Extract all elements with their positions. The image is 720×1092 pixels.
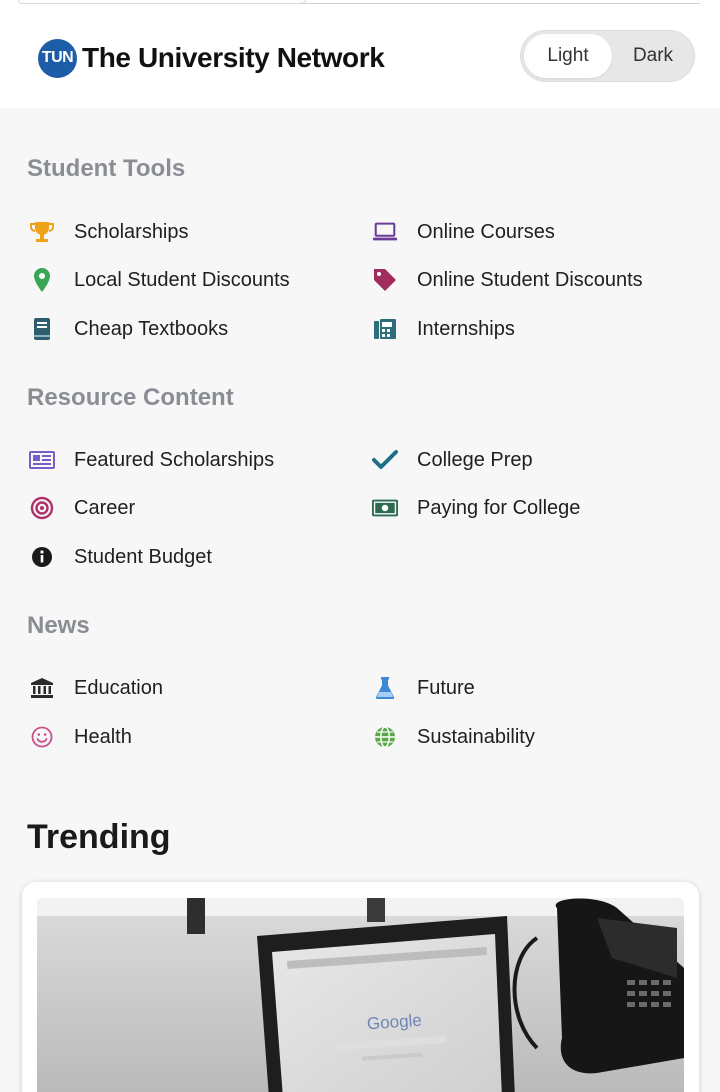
menu-item-online-courses[interactable]: Online Courses [372,215,555,249]
menu-item-paying-for-college[interactable]: Paying for College [372,491,580,525]
menu-item-scholarships[interactable]: Scholarships [29,215,189,249]
logo-badge: TUN [38,38,77,78]
smile-icon [29,724,55,750]
menu-item-label: Internships [417,317,515,340]
newspaper-icon [29,447,55,473]
menu-item-label: Sustainability [417,725,535,748]
menu-item-sustainability[interactable]: Sustainability [372,720,535,754]
site-header: TUN The University Network Light Dark [0,0,720,108]
theme-light-option[interactable]: Light [524,34,612,78]
menu-item-health[interactable]: Health [29,720,132,754]
menu-item-label: Student Budget [74,545,212,568]
menu-item-online-student-discounts[interactable]: Online Student Discounts [372,263,643,297]
menu-item-internships[interactable]: Internships [372,312,515,346]
trophy-icon [29,219,55,245]
book-icon [29,316,55,342]
menu-item-label: Cheap Textbooks [74,317,229,340]
menu-item-label: Future [417,676,475,699]
theme-toggle[interactable]: Light Dark [520,30,695,82]
target-icon [29,495,55,521]
menu-item-student-budget[interactable]: Student Budget [29,540,212,574]
google-logo-text: Google [366,1011,422,1034]
menu-item-featured-scholarships[interactable]: Featured Scholarships [29,443,274,477]
map-pin-icon [29,267,55,293]
browser-tab-edge [18,0,306,4]
menu-item-label: Online Student Discounts [417,268,643,291]
checkmark-icon [372,447,398,473]
university-icon [29,675,55,701]
tag-icon [372,267,398,293]
menu-item-label: Featured Scholarships [74,448,275,471]
trending-card[interactable]: Google [22,882,699,1092]
browser-address-edge [300,0,700,4]
menu-item-label: Paying for College [417,496,581,519]
menu-item-label: Education [74,676,163,699]
menu-item-education[interactable]: Education [29,671,163,705]
menu-item-local-student-discounts[interactable]: Local Student Discounts [29,263,290,297]
info-circle-icon [29,544,55,570]
trending-card-image[interactable]: Google [37,898,684,1092]
flask-icon [372,675,398,701]
menu-item-label: Local Student Discounts [74,268,290,291]
menu-item-label: Scholarships [74,220,189,243]
trending-title: Trending [27,818,171,856]
section-title-resource-content: Resource Content [27,384,234,411]
money-bill-icon [372,495,398,521]
menu-item-career[interactable]: Career [29,491,135,525]
menu-item-college-prep[interactable]: College Prep [372,443,533,477]
theme-dark-option[interactable]: Dark [612,34,694,78]
menu-item-label: Career [74,496,136,519]
logo-text: The University Network [82,42,385,73]
fax-icon [372,316,398,342]
menu-item-cheap-textbooks[interactable]: Cheap Textbooks [29,312,228,346]
menu-item-label: College Prep [417,448,533,471]
laptop-icon [372,219,398,245]
menu-item-label: Health [74,725,132,748]
site-logo[interactable]: TUN The University Network [38,38,385,78]
section-title-student-tools: Student Tools [27,155,186,182]
globe-icon [372,724,398,750]
menu-item-future[interactable]: Future [372,671,475,705]
section-title-news: News [27,612,90,639]
menu-item-label: Online Courses [417,220,555,243]
